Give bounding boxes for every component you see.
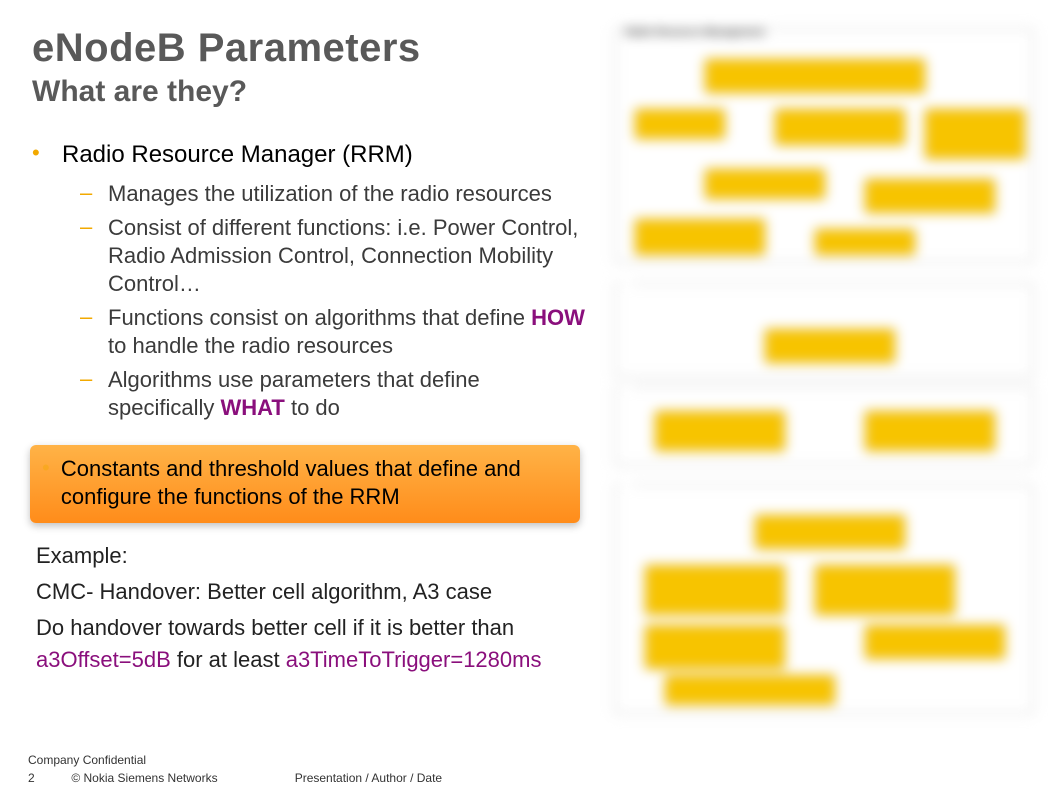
bullet-sub: – Algorithms use parameters that define … [80,366,592,422]
diagram-blurred: Radio Resource Management [614,28,1044,718]
bullet-main: • Radio Resource Manager (RRM) [32,140,592,170]
slide-footer: Company Confidential 2 © Nokia Siemens N… [28,753,442,785]
bullet-sub-text: Consist of different functions: i.e. Pow… [108,214,592,298]
emphasis-what: WHAT [220,395,284,420]
bullet-icon: • [32,140,62,170]
slide-subtitle: What are they? [32,75,421,109]
highlight-text: Constants and threshold values that defi… [61,455,568,511]
bullet-sub: – Manages the utilization of the radio r… [80,180,592,208]
dash-icon: – [80,214,108,298]
footer-row: 2 © Nokia Siemens Networks Presentation … [28,771,442,785]
emphasis-how: HOW [531,305,585,330]
text-part: to handle the radio resources [108,333,393,358]
slide-title: eNodeB Parameters [32,26,421,71]
example-line-1: CMC- Handover: Better cell algorithm, A3… [36,576,576,608]
bullet-main-text: Radio Resource Manager (RRM) [62,140,413,170]
text-part: for at least [171,647,286,672]
dash-icon: – [80,180,108,208]
slide: eNodeB Parameters What are they? • Radio… [0,0,1062,797]
bullet-sub-text: Manages the utilization of the radio res… [108,180,592,208]
dash-icon: – [80,366,108,422]
footer-confidential: Company Confidential [28,753,442,767]
footer-copyright: © Nokia Siemens Networks [71,771,291,785]
example-label: Example: [36,540,576,572]
param-a3offset: a3Offset=5dB [36,647,171,672]
bullet-sub-text: Algorithms use parameters that define sp… [108,366,592,422]
dash-icon: – [80,304,108,360]
slide-body: • Radio Resource Manager (RRM) – Manages… [32,140,592,428]
footer-meta: Presentation / Author / Date [295,771,442,785]
text-part: to do [285,395,340,420]
bullet-icon: • [42,455,61,511]
page-number: 2 [28,771,68,785]
example-block: Example: CMC- Handover: Better cell algo… [36,540,576,680]
bullet-sub: – Functions consist on algorithms that d… [80,304,592,360]
param-a3timetotrigger: a3TimeToTrigger=1280ms [286,647,542,672]
slide-heading: eNodeB Parameters What are they? [32,26,421,109]
bullet-sub: – Consist of different functions: i.e. P… [80,214,592,298]
example-line-2: Do handover towards better cell if it is… [36,612,576,676]
highlight-box: • Constants and threshold values that de… [30,445,580,523]
text-part: Do handover towards better cell if it is… [36,615,514,640]
bullet-sub-text: Functions consist on algorithms that def… [108,304,592,360]
text-part: Functions consist on algorithms that def… [108,305,531,330]
